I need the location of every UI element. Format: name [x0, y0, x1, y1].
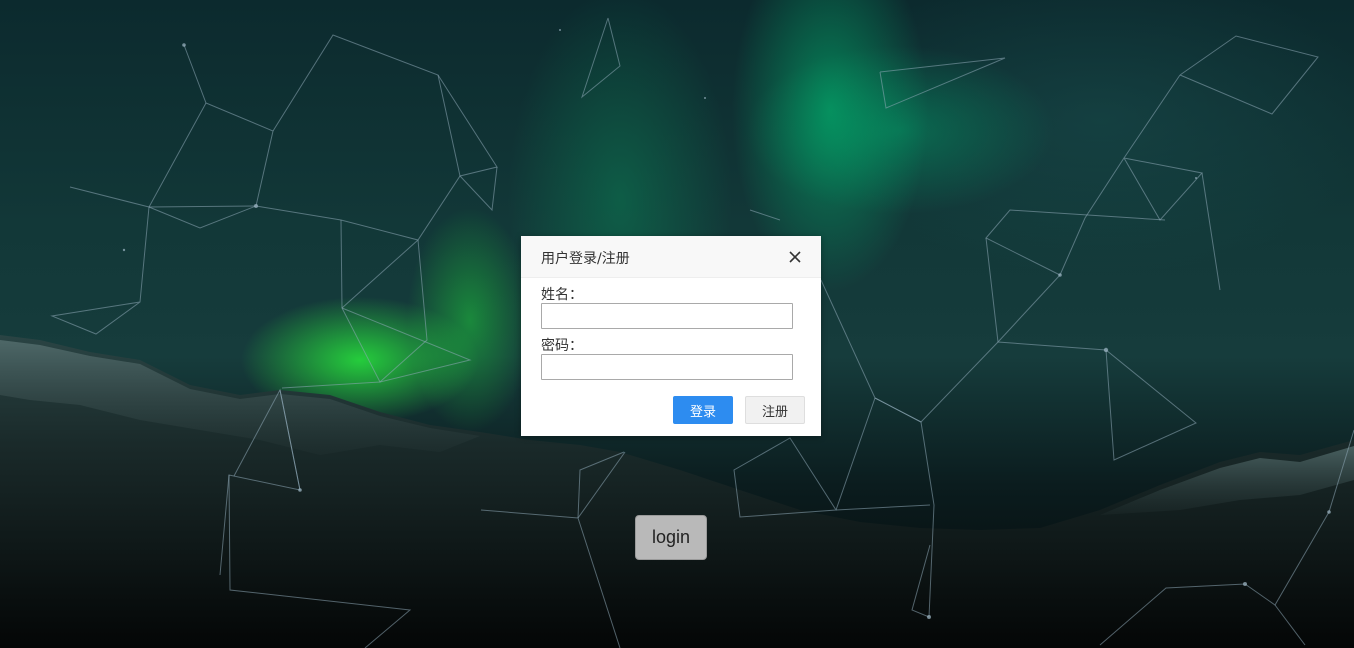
login-button[interactable]: 登录 — [673, 396, 733, 424]
name-label: 姓名： — [541, 287, 583, 303]
name-input[interactable] — [541, 303, 793, 329]
password-input[interactable] — [541, 354, 793, 380]
dialog-title: 用户登录/注册 — [541, 251, 630, 267]
aurora-background: login 用户登录/注册 姓名： 密码： 登录 注册 — [0, 0, 1354, 648]
close-icon[interactable] — [788, 250, 802, 264]
dialog-header: 用户登录/注册 — [521, 236, 821, 278]
login-register-dialog: 用户登录/注册 姓名： 密码： 登录 注册 — [521, 236, 821, 436]
register-button[interactable]: 注册 — [745, 396, 805, 424]
password-label: 密码： — [541, 338, 583, 354]
login-trigger-button[interactable]: login — [635, 515, 707, 560]
